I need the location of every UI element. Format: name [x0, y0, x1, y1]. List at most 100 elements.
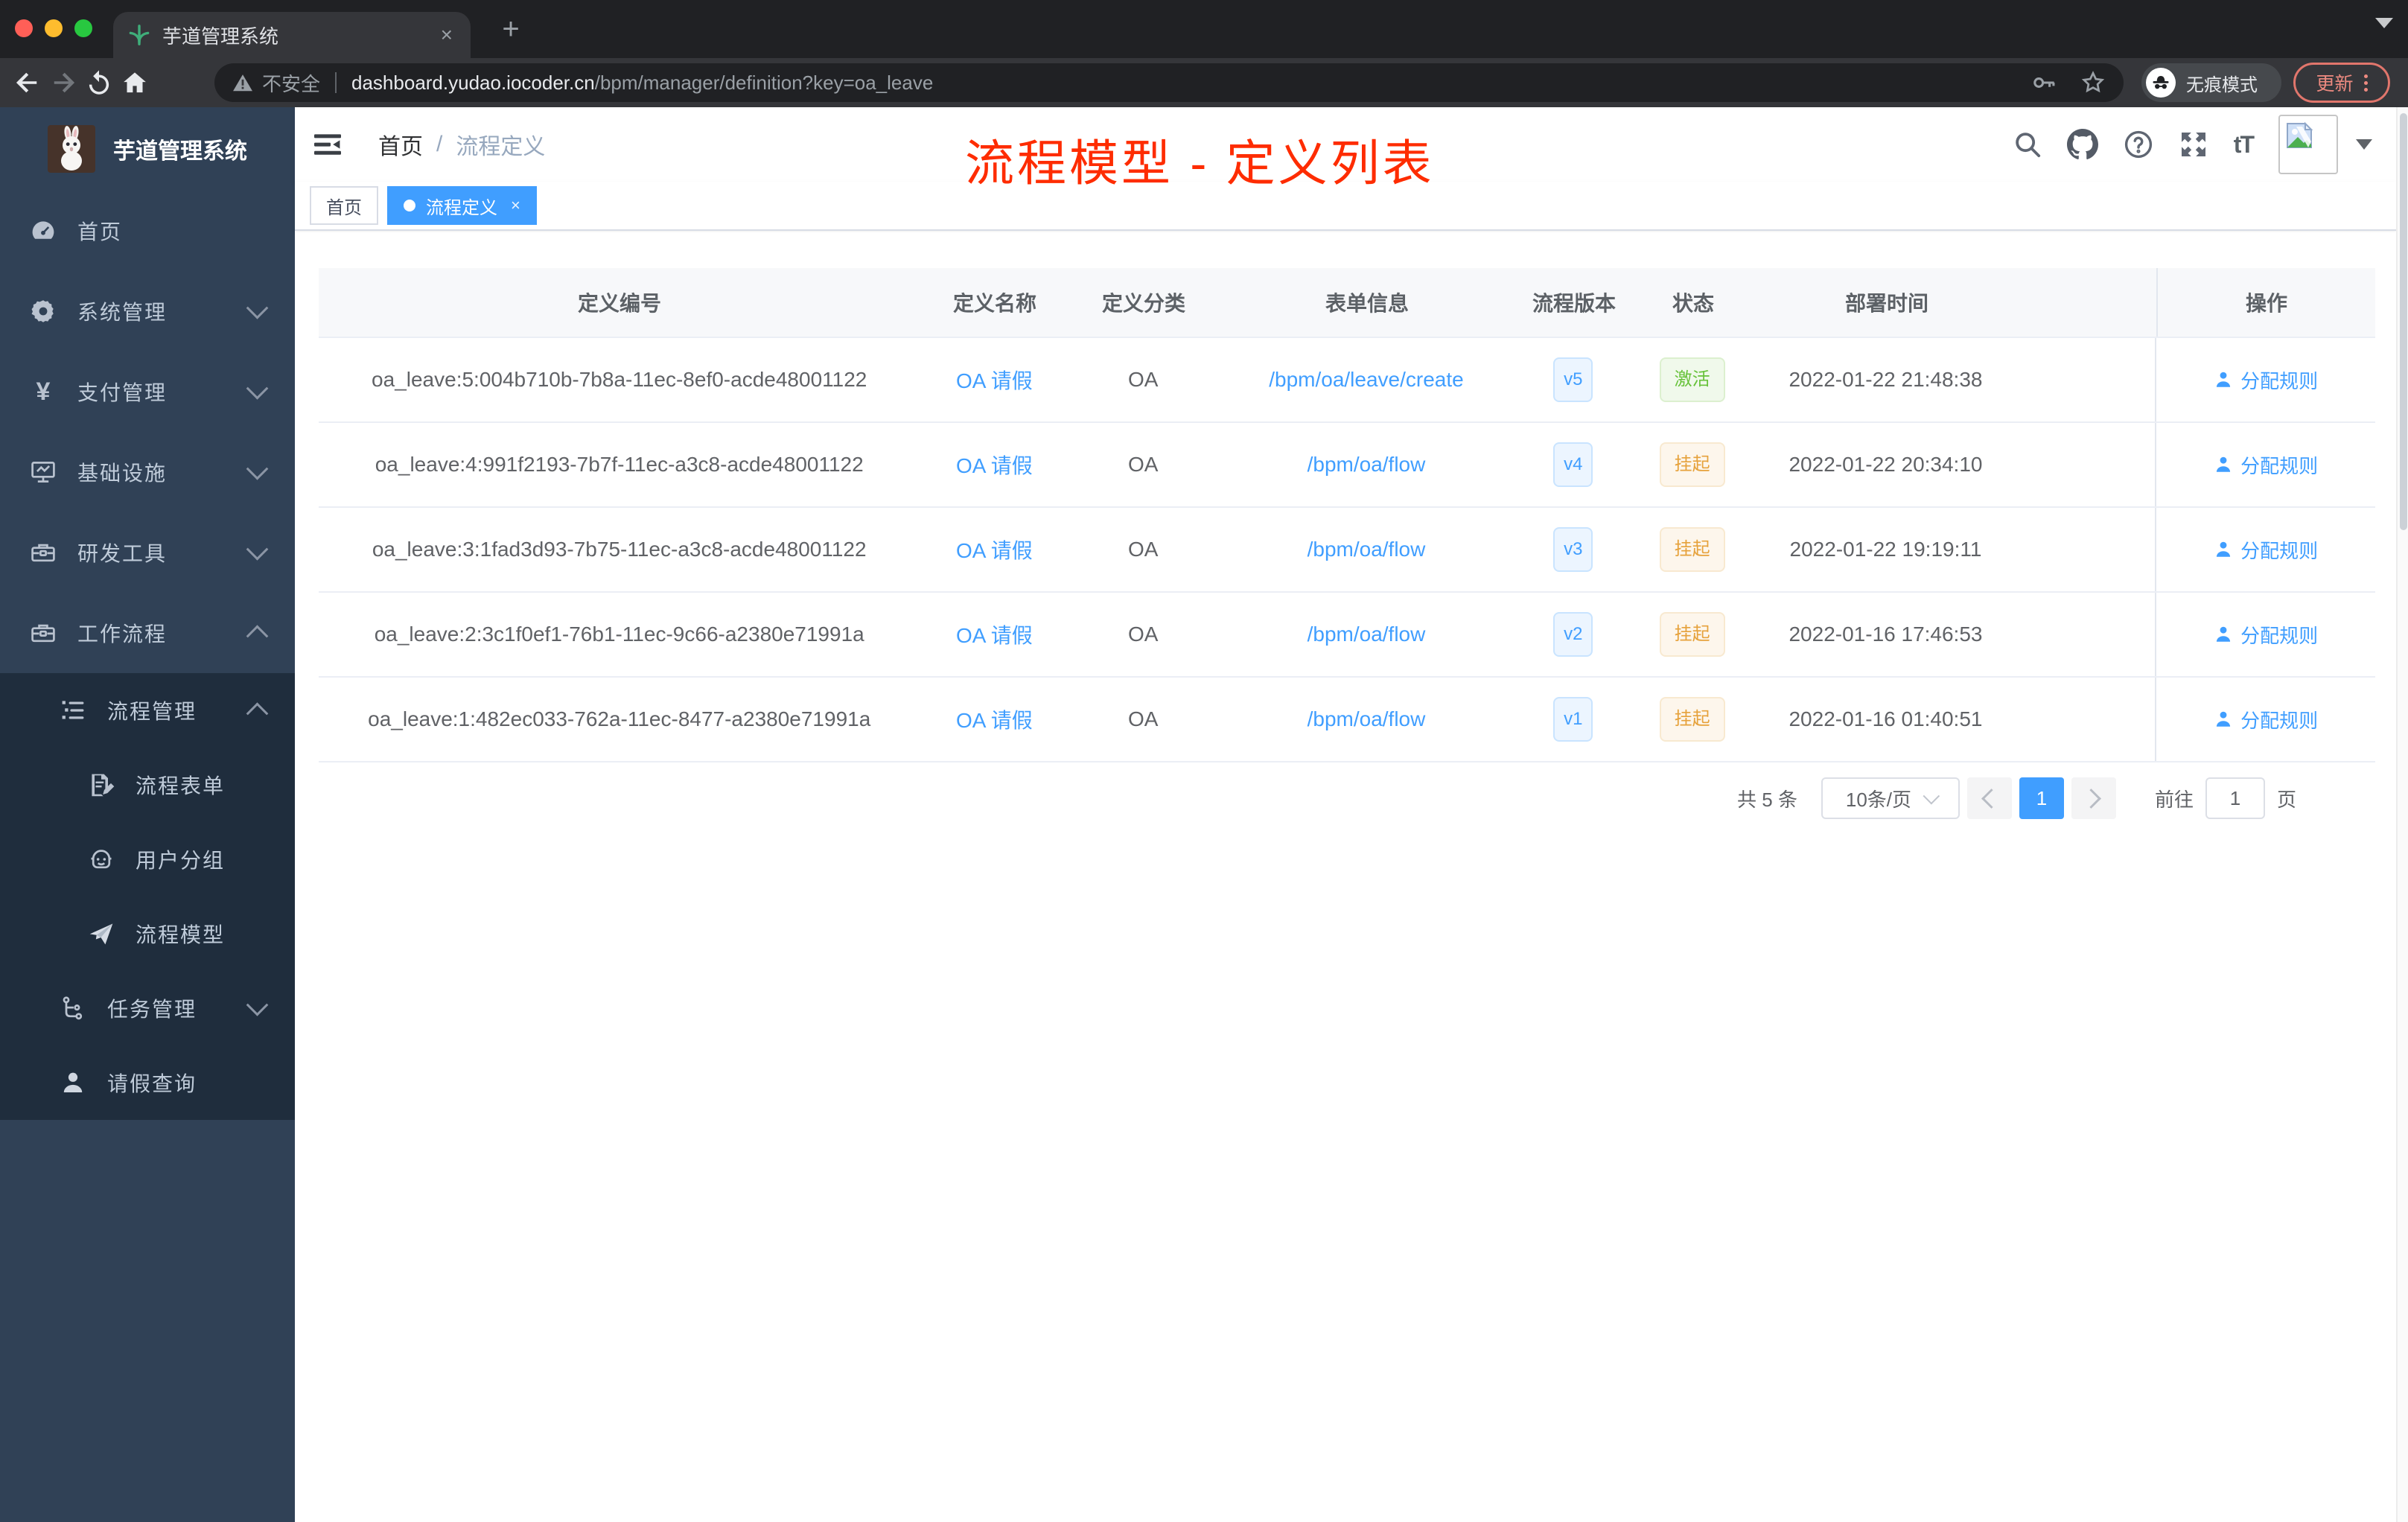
definition-name-link[interactable]: OA 请假: [956, 709, 1033, 732]
navbar-right-tools: tT: [1988, 107, 2372, 182]
assign-rule-link[interactable]: 分配规则: [2214, 366, 2318, 394]
sidebar-item-label: 流程表单: [136, 774, 226, 797]
definition-name-link[interactable]: OA 请假: [956, 454, 1033, 477]
window-zoom-button[interactable]: [74, 19, 92, 37]
definition-name-link[interactable]: OA 请假: [956, 624, 1033, 647]
sidebar-item-infra[interactable]: 基础设施: [0, 432, 295, 512]
document-pencil-icon: [86, 771, 116, 798]
new-tab-button[interactable]: +: [491, 10, 530, 49]
chevron-down-icon: [246, 538, 269, 561]
app-title: 芋道管理系统: [113, 139, 247, 164]
sidebar-item-process-model[interactable]: 流程模型: [0, 897, 295, 971]
avatar-caret-icon[interactable]: [2356, 139, 2372, 150]
definition-name-link[interactable]: OA 请假: [956, 539, 1033, 562]
page-scrollbar[interactable]: [2396, 107, 2408, 1522]
sidebar-item-label: 任务管理: [107, 998, 197, 1021]
page-content: 定义编号 定义名称 定义分类 表单信息 流程版本 状态 部署时间 操作 oa_l…: [295, 232, 2396, 1522]
chevron-right-icon: [2081, 788, 2102, 809]
sidebar-item-user-group[interactable]: 用户分组: [0, 822, 295, 897]
goto-page-input[interactable]: [2205, 777, 2265, 819]
sidebar-item-leave-query[interactable]: 请假查询: [0, 1045, 295, 1120]
breadcrumb-current: 流程定义: [456, 135, 546, 159]
sidebar-item-process-management[interactable]: 流程管理: [0, 673, 295, 748]
logo-rabbit-image: [48, 125, 95, 173]
form-link[interactable]: /bpm/oa/flow: [1307, 707, 1426, 730]
tag-close-icon[interactable]: ×: [511, 196, 520, 215]
window-close-button[interactable]: [15, 19, 33, 37]
forward-icon[interactable]: [48, 67, 79, 98]
toolbox-icon: [28, 620, 58, 646]
help-icon[interactable]: [2124, 130, 2153, 159]
status-badge: 挂起: [1659, 442, 1725, 487]
breadcrumb-home[interactable]: 首页: [378, 128, 423, 161]
current-page-button[interactable]: 1: [2019, 777, 2064, 819]
sidebar-item-devtools[interactable]: 研发工具: [0, 512, 295, 593]
sidebar-item-home[interactable]: 首页: [0, 191, 295, 271]
screenshot-root: 芋道管理系统 × + 不安全 dashboard.yudao.iocoder.c…: [0, 0, 2408, 1522]
tab-close-icon[interactable]: ×: [438, 25, 456, 45]
window-minimize-button[interactable]: [45, 19, 63, 37]
pagination-total: 共 5 条: [1737, 788, 1797, 811]
chevron-down-icon: [246, 296, 269, 319]
version-badge: v4: [1553, 442, 1593, 487]
scrollbar-thumb[interactable]: [2400, 113, 2407, 530]
prev-page-button[interactable]: [1966, 777, 2012, 819]
sidebar-item-label: 研发工具: [77, 542, 168, 565]
url-bar[interactable]: 不安全 dashboard.yudao.iocoder.cn/bpm/manag…: [214, 63, 2124, 102]
column-header: 流程版本: [1532, 292, 1616, 315]
goto-label: 前往: [2154, 788, 2194, 811]
toolbox-icon: [28, 539, 58, 566]
sidebar-item-workflow[interactable]: 工作流程: [0, 593, 295, 673]
column-header: 操作: [2156, 268, 2375, 337]
incognito-badge: 无痕模式: [2141, 63, 2281, 102]
fullscreen-icon[interactable]: [2179, 130, 2208, 159]
sidebar-item-system[interactable]: 系统管理: [0, 271, 295, 351]
sidebar-logo[interactable]: 芋道管理系统: [0, 107, 295, 191]
reload-icon[interactable]: [83, 67, 115, 98]
form-link[interactable]: /bpm/oa/flow: [1307, 453, 1426, 476]
person-icon: [58, 1069, 88, 1096]
sidebar-item-process-form[interactable]: 流程表单: [0, 748, 295, 822]
home-icon[interactable]: [119, 67, 150, 98]
saved-password-key-icon[interactable]: [2031, 70, 2057, 95]
sidebar-item-task-management[interactable]: 任务管理: [0, 971, 295, 1045]
search-icon[interactable]: [2013, 130, 2042, 159]
browser-menu-icon[interactable]: [2363, 74, 2368, 92]
tag-label: 流程定义: [426, 197, 497, 218]
page-size-select[interactable]: 10条/页: [1821, 777, 1960, 819]
form-link[interactable]: /bpm/oa/leave/create: [1269, 368, 1464, 391]
assign-rule-link[interactable]: 分配规则: [2214, 621, 2318, 649]
assign-rule-link[interactable]: 分配规则: [2214, 451, 2318, 479]
deploy-time: 2022-01-22 19:19:11: [1789, 538, 1982, 561]
tag-home[interactable]: 首页: [310, 186, 378, 225]
favicon-sprig-icon: [128, 24, 150, 46]
form-link[interactable]: /bpm/oa/flow: [1307, 623, 1426, 646]
font-size-icon[interactable]: tT: [2234, 131, 2255, 159]
tab-search-chevron-icon[interactable]: [2375, 18, 2393, 28]
form-link[interactable]: /bpm/oa/flow: [1307, 538, 1426, 561]
browser-tab[interactable]: 芋道管理系统 ×: [113, 12, 471, 58]
assign-rule-link[interactable]: 分配规则: [2214, 536, 2318, 564]
list-icon: [58, 697, 88, 724]
back-icon[interactable]: [12, 67, 43, 98]
tag-label: 首页: [326, 197, 362, 218]
sidebar-collapse-icon[interactable]: [313, 130, 343, 159]
active-dot-icon: [404, 200, 415, 211]
security-label: 不安全: [262, 72, 321, 95]
deploy-time: 2022-01-16 01:40:51: [1789, 707, 1983, 730]
sidebar-item-payment[interactable]: ¥ 支付管理: [0, 351, 295, 432]
avatar[interactable]: [2278, 115, 2338, 174]
dashboard-icon: [28, 217, 58, 244]
browser-update-button[interactable]: 更新: [2293, 63, 2390, 103]
bookmark-star-icon[interactable]: [2080, 70, 2106, 95]
github-icon[interactable]: [2066, 129, 2098, 160]
tree-icon: [58, 995, 88, 1022]
definition-id: oa_leave:5:004b710b-7b8a-11ec-8ef0-acde4…: [372, 368, 867, 391]
assign-rule-link[interactable]: 分配规则: [2214, 706, 2318, 733]
definition-name-link[interactable]: OA 请假: [956, 369, 1033, 392]
column-header: 定义编号: [577, 292, 661, 315]
person-icon: [2216, 456, 2231, 472]
table-row: oa_leave:2:3c1f0ef1-76b1-11ec-9c66-a2380…: [319, 593, 2375, 678]
tag-process-definition[interactable]: 流程定义 ×: [387, 186, 537, 225]
next-page-button[interactable]: [2071, 777, 2116, 819]
